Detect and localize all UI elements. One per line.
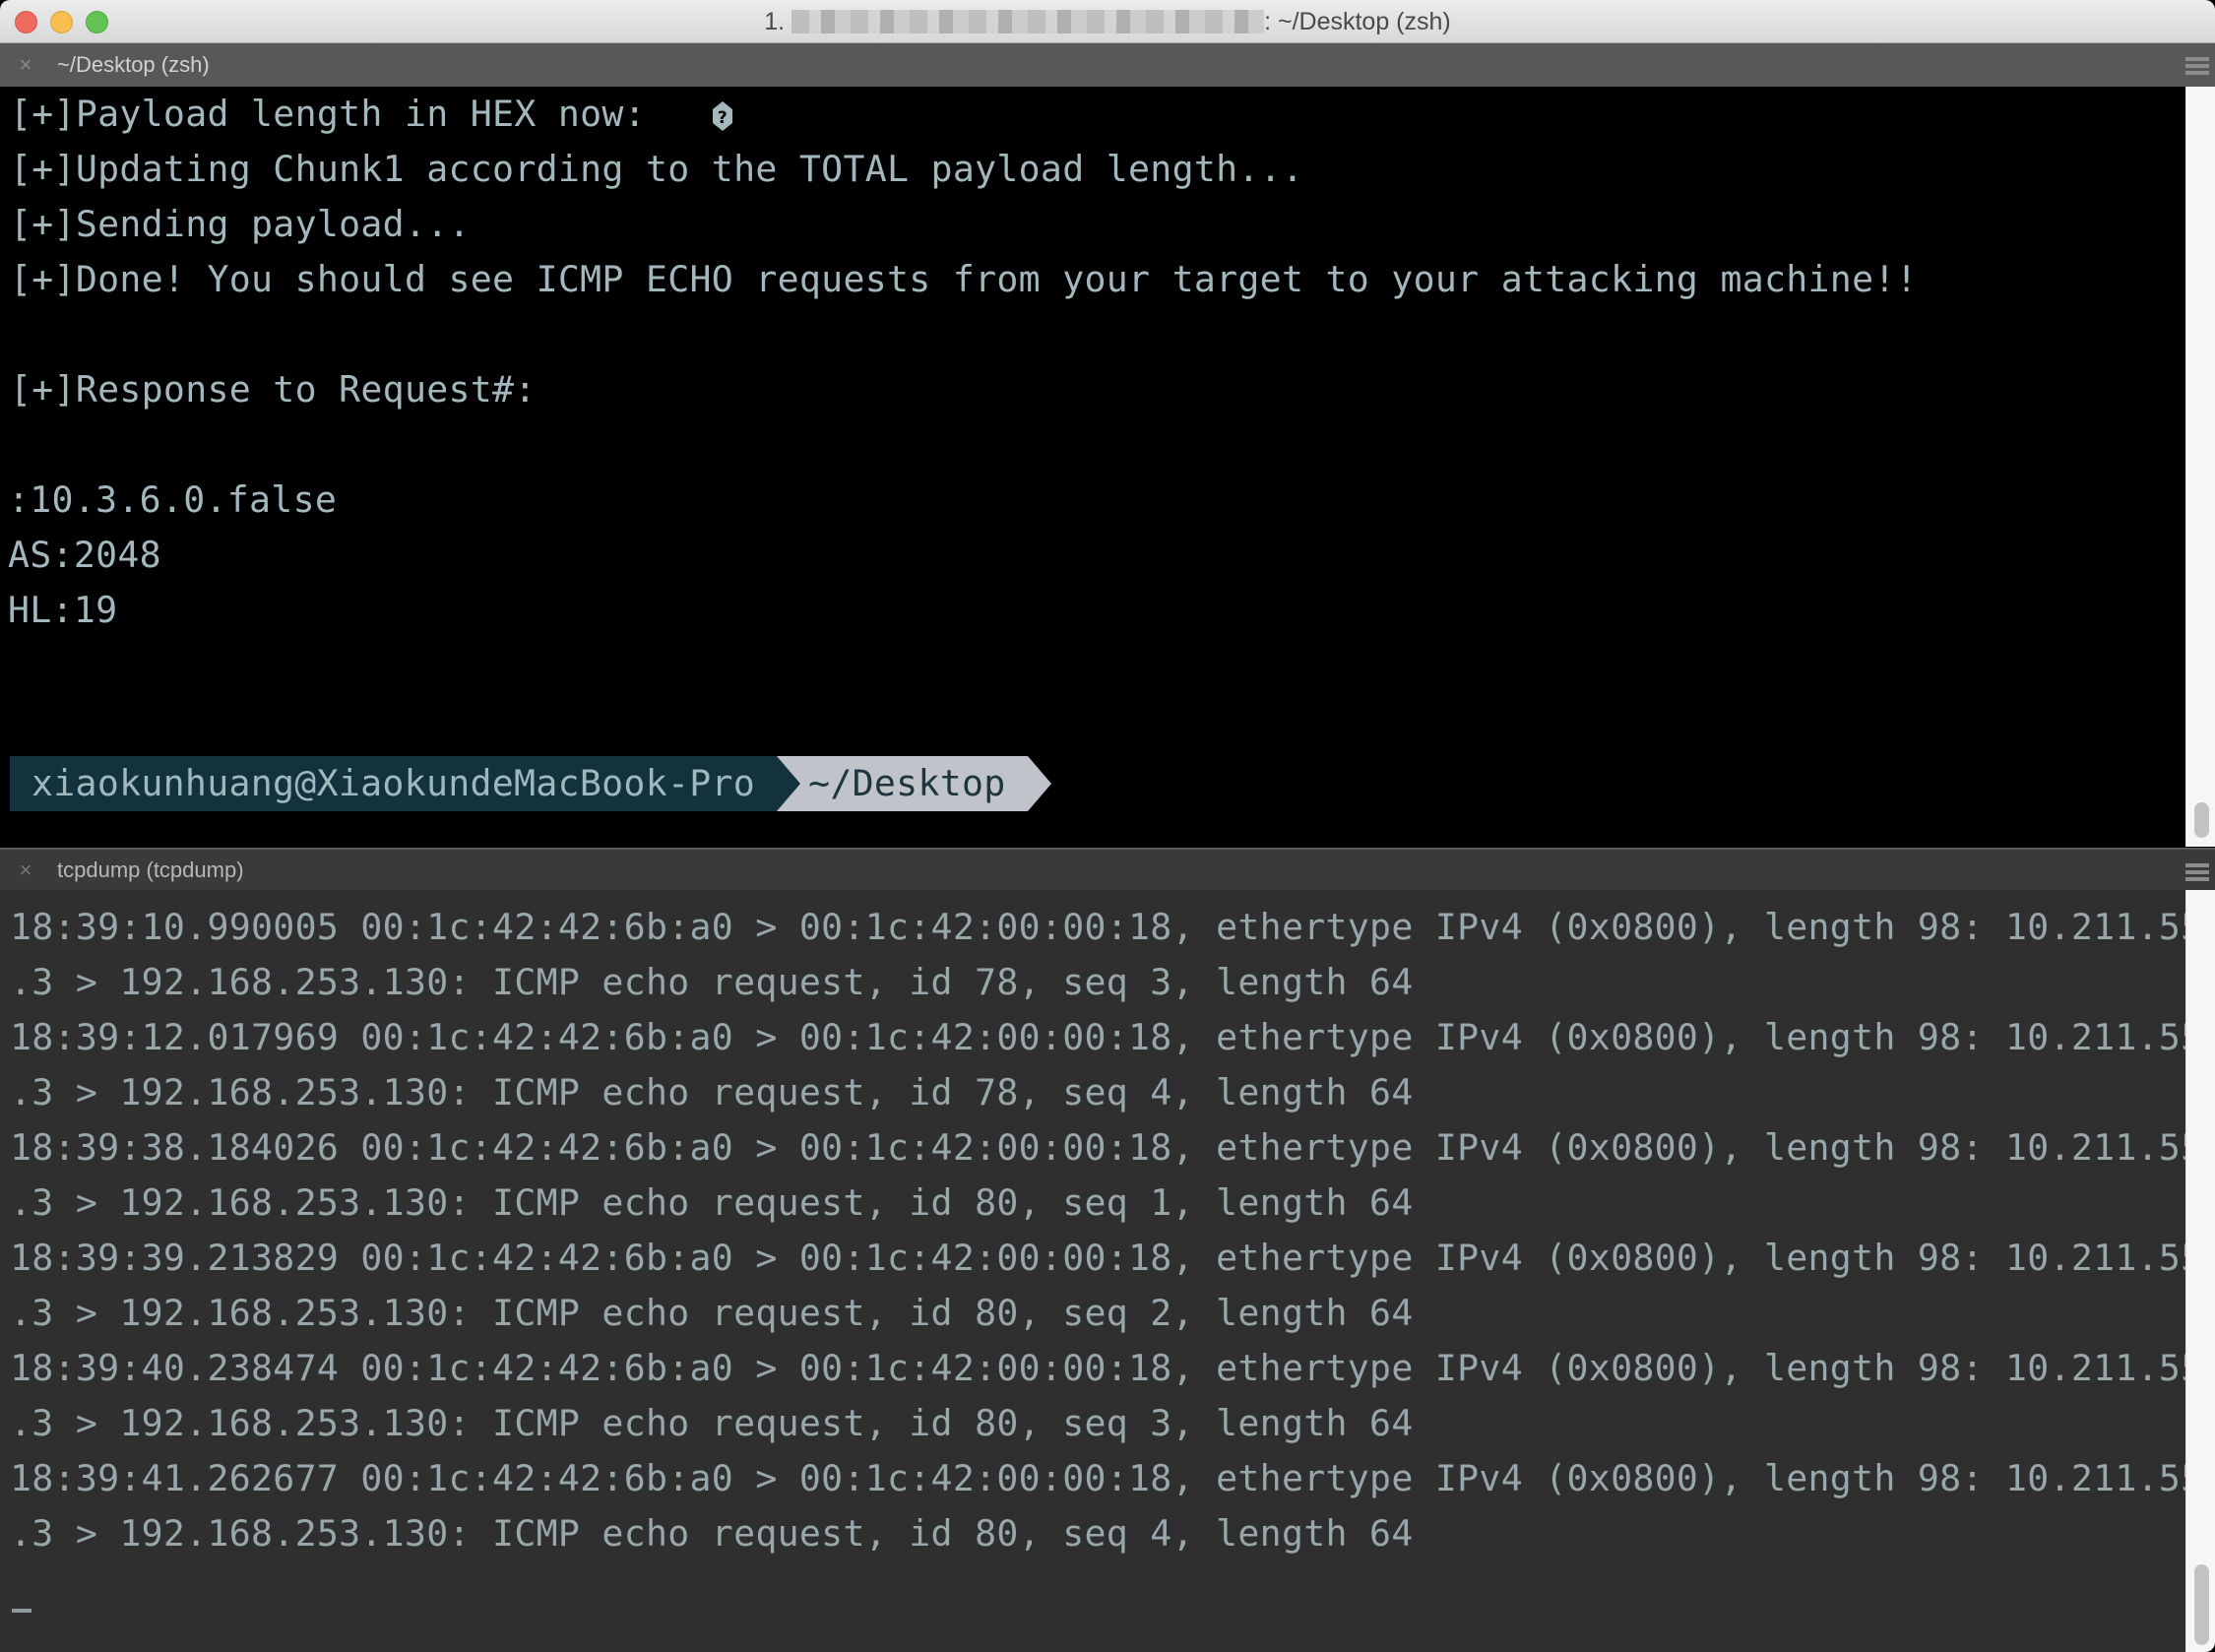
tcpdump-line: 18:39:38.184026 00:1c:42:42:6b:a0 > 00:1… bbox=[10, 1126, 2185, 1169]
bottom-pane-title: tcpdump (tcpdump) bbox=[57, 858, 244, 882]
top-pane-tabbar[interactable]: × ~/Desktop (zsh) bbox=[0, 43, 2215, 87]
tcpdump-line: 18:39:10.990005 00:1c:42:42:6b:a0 > 00:1… bbox=[10, 906, 2185, 948]
tcpdump-line: .3 > 192.168.253.130: ICMP echo request,… bbox=[10, 1071, 1414, 1113]
close-icon[interactable]: × bbox=[16, 54, 35, 76]
bottom-pane-tabbar[interactable]: × tcpdump (tcpdump) bbox=[0, 848, 2215, 890]
replacement-char-icon: ? bbox=[712, 100, 733, 132]
window-title: 1. : ~/Desktop (zsh) bbox=[0, 8, 2215, 36]
terminal-line: :10.3.6.0.false bbox=[8, 478, 338, 521]
terminal-line-text: [+]Payload length in HEX now: bbox=[10, 93, 712, 135]
redacted-title-segment bbox=[791, 10, 1265, 33]
terminal-cursor bbox=[12, 1609, 32, 1613]
bottom-terminal-pane[interactable]: 18:39:10.990005 00:1c:42:42:6b:a0 > 00:1… bbox=[0, 890, 2185, 1652]
prompt-cwd: ~/Desktop bbox=[800, 756, 1028, 811]
bottom-pane-scroll-thumb[interactable] bbox=[2194, 1564, 2209, 1645]
terminal-line: [+]Done! You should see ICMP ECHO reques… bbox=[10, 258, 1918, 300]
tcpdump-line: 18:39:39.213829 00:1c:42:42:6b:a0 > 00:1… bbox=[10, 1237, 2185, 1279]
tcpdump-line: .3 > 192.168.253.130: ICMP echo request,… bbox=[10, 1181, 1414, 1224]
hamburger-menu-icon[interactable] bbox=[2185, 863, 2209, 881]
tcpdump-line: .3 > 192.168.253.130: ICMP echo request,… bbox=[10, 961, 1414, 1003]
terminal-line: AS:2048 bbox=[8, 534, 161, 576]
top-terminal-pane[interactable]: [+]Payload length in HEX now: ? [+]Updat… bbox=[0, 87, 2185, 847]
tcpdump-line: 18:39:41.262677 00:1c:42:42:6b:a0 > 00:1… bbox=[10, 1457, 2185, 1499]
top-pane-scrollbar[interactable] bbox=[2185, 87, 2215, 847]
tcpdump-line: .3 > 192.168.253.130: ICMP echo request,… bbox=[10, 1512, 1414, 1555]
bottom-pane-scrollbar[interactable] bbox=[2185, 890, 2215, 1652]
tcpdump-line: .3 > 192.168.253.130: ICMP echo request,… bbox=[10, 1292, 1414, 1334]
top-pane-scroll-thumb[interactable] bbox=[2194, 802, 2209, 838]
svg-text:?: ? bbox=[718, 108, 728, 128]
window-title-prefix: 1. bbox=[764, 8, 786, 35]
close-icon[interactable]: × bbox=[16, 859, 35, 881]
prompt-separator-arrow-icon bbox=[777, 756, 801, 811]
hamburger-menu-icon[interactable] bbox=[2185, 57, 2209, 75]
window-title-suffix: : ~/Desktop (zsh) bbox=[1264, 8, 1451, 35]
prompt-end-arrow-icon bbox=[1027, 756, 1051, 811]
terminal-line: HL:19 bbox=[8, 589, 118, 631]
terminal-line: [+]Response to Request#: bbox=[10, 368, 537, 411]
terminal-line: [+]Sending payload... bbox=[10, 203, 471, 245]
window-titlebar: 1. : ~/Desktop (zsh) bbox=[0, 0, 2215, 43]
tcpdump-line: 18:39:40.238474 00:1c:42:42:6b:a0 > 00:1… bbox=[10, 1347, 2185, 1389]
tcpdump-line: .3 > 192.168.253.130: ICMP echo request,… bbox=[10, 1402, 1414, 1444]
tcpdump-line: 18:39:12.017969 00:1c:42:42:6b:a0 > 00:1… bbox=[10, 1016, 2185, 1058]
prompt-user-host: xiaokunhuang@XiaokundeMacBook-Pro bbox=[10, 756, 778, 811]
top-pane-title: ~/Desktop (zsh) bbox=[57, 52, 210, 77]
terminal-line: [+]Payload length in HEX now: ? bbox=[10, 87, 733, 142]
shell-prompt: xiaokunhuang@XiaokundeMacBook-Pro ~/Desk… bbox=[10, 756, 1051, 811]
terminal-line: [+]Updating Chunk1 according to the TOTA… bbox=[10, 148, 1304, 190]
